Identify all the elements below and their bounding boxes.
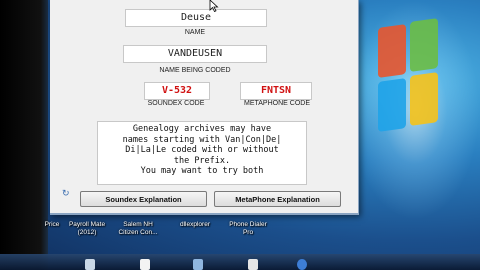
desktop-icon-label[interactable]: Phone Dialer Pro <box>222 221 274 237</box>
name-caption: NAME <box>184 29 206 36</box>
desktop-icon-label[interactable]: Payroll Mate (2012) <box>67 221 107 237</box>
desktop-shortcut-icon[interactable] <box>85 259 95 270</box>
globe-icon[interactable] <box>297 259 307 270</box>
name-being-coded-field: VANDEUSEN <box>123 45 267 63</box>
desktop-icon-labels: Price Payroll Mate (2012) Salem NH Citiz… <box>0 221 480 249</box>
desktop-icon-label[interactable]: Price <box>37 221 67 229</box>
soundex-explanation-button[interactable]: Soundex Explanation <box>80 191 207 207</box>
metaphone-code-caption: METAPHONE CODE <box>244 100 310 107</box>
file-icon[interactable] <box>248 259 258 270</box>
windows-logo-wallpaper <box>378 18 442 132</box>
mouse-pointer-icon <box>209 0 219 12</box>
desktop-icon-label[interactable]: Salem NH Citizen Con... <box>112 221 164 237</box>
document-icon[interactable] <box>140 259 150 270</box>
metaphone-explanation-button[interactable]: MetaPhone Explanation <box>214 191 341 207</box>
name-being-coded-caption: NAME BEING CODED <box>159 67 231 74</box>
refresh-icon[interactable]: ↻ <box>62 188 70 199</box>
metaphone-code-field: FNTSN <box>240 82 312 100</box>
app-shortcut-icon[interactable] <box>193 259 203 270</box>
soundex-app-window: Deuse NAME VANDEUSEN NAME BEING CODED V-… <box>50 0 359 215</box>
soundex-code-caption: SOUNDEX CODE <box>147 100 205 107</box>
taskbar <box>0 254 480 270</box>
explanation-textbox: Genealogy archives may have names starti… <box>97 121 307 185</box>
desktop-icon-label[interactable]: dllexplorer <box>170 221 220 229</box>
name-input[interactable]: Deuse <box>125 9 267 27</box>
soundex-code-field: V-532 <box>144 82 210 100</box>
